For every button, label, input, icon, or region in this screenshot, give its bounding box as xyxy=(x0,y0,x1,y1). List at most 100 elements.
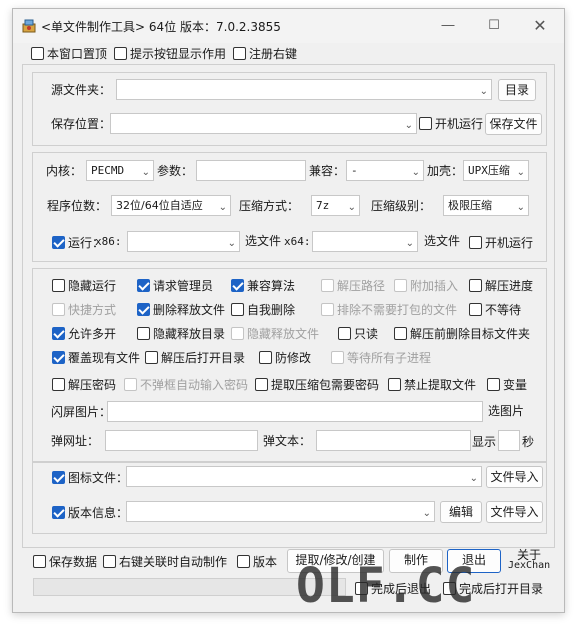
checkbox-box xyxy=(321,302,334,316)
minimize-icon[interactable]: ― xyxy=(425,13,471,39)
option-checkbox[interactable]: 删除释放文件 xyxy=(137,300,225,318)
save-file-button[interactable]: 保存文件 xyxy=(485,113,542,135)
params-input[interactable] xyxy=(196,160,306,181)
run-autorun-checkbox[interactable]: 开机运行 xyxy=(469,233,533,251)
checkbox-box xyxy=(52,235,65,249)
kernel-combo[interactable]: PECMD ⌄ xyxy=(86,160,154,181)
option-checkbox[interactable]: 防修改 xyxy=(259,348,311,366)
x86-combo[interactable]: ⌄ xyxy=(127,231,240,252)
checkbox-box xyxy=(233,46,246,60)
option-checkbox[interactable]: 覆盖现有文件 xyxy=(52,348,140,366)
checkbox-label: 变量 xyxy=(503,377,528,392)
seconds-input[interactable] xyxy=(498,430,520,451)
compress-level-combo[interactable]: 极限压缩 ⌄ xyxy=(443,195,529,216)
save-location-combo[interactable]: ⌄ xyxy=(110,113,417,134)
version-info-combo[interactable]: ⌄ xyxy=(126,501,435,522)
option-checkbox[interactable]: 解压密码 xyxy=(52,375,116,393)
checkbox-box xyxy=(469,278,482,292)
maximize-icon[interactable]: ☐ xyxy=(471,13,517,39)
checkbox-box xyxy=(469,302,482,316)
checkbox-label: 本窗口置顶 xyxy=(47,46,108,61)
checkbox-box xyxy=(137,278,150,292)
splash-label: 闪屏图片： xyxy=(51,405,112,419)
checkbox-label: 解压后打开目录 xyxy=(161,350,246,365)
checkbox-label: 提示按钮显示作用 xyxy=(130,46,227,61)
choose-file-x64-button[interactable]: 选文件 xyxy=(421,231,463,253)
compress-method-value: 7z xyxy=(316,199,330,212)
checkbox-label: 附加插入 xyxy=(410,278,459,293)
option-checkbox[interactable]: 解压前删除目标文件夹 xyxy=(394,324,530,342)
bits-combo[interactable]: 32位/64位自适应 ⌄ xyxy=(111,195,231,216)
version-checkbox[interactable]: 版本 xyxy=(237,552,277,570)
title-bar[interactable]: <单文件制作工具> 64位 版本：7.0.2.3855 ― ☐ ✕ xyxy=(13,9,564,43)
close-icon[interactable]: ✕ xyxy=(517,13,563,39)
choose-image-button[interactable]: 选图片 xyxy=(485,401,527,423)
shell-label: 加壳： xyxy=(427,164,464,178)
checkbox-box xyxy=(231,278,244,292)
checkbox-label: 自我删除 xyxy=(247,302,296,317)
option-checkbox[interactable]: 解压后打开目录 xyxy=(145,348,245,366)
compress-method-combo[interactable]: 7z ⌄ xyxy=(311,195,360,216)
checkbox-label: 版本信息： xyxy=(68,505,129,520)
option-checkbox[interactable]: 解压进度 xyxy=(469,276,533,294)
shell-combo[interactable]: UPX压缩 ⌄ xyxy=(463,160,529,181)
chevron-down-icon: ⌄ xyxy=(411,167,420,178)
checkbox-label: 只读 xyxy=(354,326,379,341)
chevron-down-icon: ⌄ xyxy=(516,202,525,213)
option-checkbox[interactable]: 禁止提取文件 xyxy=(388,375,476,393)
checkbox-label: 开机运行 xyxy=(435,116,484,131)
dir-button[interactable]: 目录 xyxy=(498,79,536,101)
checkbox-box xyxy=(52,326,65,340)
option-checkbox[interactable]: 兼容算法 xyxy=(231,276,295,294)
icon-file-combo[interactable]: ⌄ xyxy=(126,466,482,487)
checkbox-label: 隐藏释放文件 xyxy=(247,326,320,341)
option-checkbox: 附加插入 xyxy=(394,276,458,294)
checkbox-label: 允许多开 xyxy=(68,326,117,341)
checkbox-label: 提取压缩包需要密码 xyxy=(271,377,380,392)
option-checkbox: 隐藏释放文件 xyxy=(231,324,319,342)
show-tooltips-checkbox[interactable]: 提示按钮显示作用 xyxy=(114,44,226,62)
splash-input[interactable] xyxy=(107,401,483,422)
option-checkbox[interactable]: 允许多开 xyxy=(52,324,116,342)
version-import-button[interactable]: 文件导入 xyxy=(486,501,543,523)
popup-text-input[interactable] xyxy=(316,430,471,451)
checkbox-box xyxy=(388,377,401,391)
version-info-checkbox[interactable]: 版本信息： xyxy=(52,503,128,521)
source-folder-combo[interactable]: ⌄ xyxy=(116,79,492,100)
stay-on-top-checkbox[interactable]: 本窗口置顶 xyxy=(31,44,107,62)
x64-combo[interactable]: ⌄ xyxy=(312,231,418,252)
popup-text-label: 弹文本： xyxy=(263,434,312,448)
autorun-checkbox[interactable]: 开机运行 xyxy=(419,114,483,132)
checkbox-box xyxy=(255,377,268,391)
chevron-down-icon: ⌄ xyxy=(218,202,227,213)
chevron-down-icon: ⌄ xyxy=(422,508,431,519)
edit-button[interactable]: 编辑 xyxy=(440,501,482,523)
checkbox-label: 隐藏释放目录 xyxy=(153,326,226,341)
icon-file-checkbox[interactable]: 图标文件： xyxy=(52,468,128,486)
option-checkbox[interactable]: 提取压缩包需要密码 xyxy=(255,375,379,393)
option-checkbox[interactable]: 自我删除 xyxy=(231,300,295,318)
chevron-down-icon: ⌄ xyxy=(405,238,414,249)
register-context-checkbox[interactable]: 注册右键 xyxy=(233,44,297,62)
checkbox-box xyxy=(145,350,158,364)
x86-label: x86: xyxy=(95,235,122,248)
option-checkbox[interactable]: 请求管理员 xyxy=(137,276,213,294)
option-checkbox[interactable]: 只读 xyxy=(338,324,378,342)
checkbox-label: 版本 xyxy=(253,554,278,569)
popup-url-input[interactable] xyxy=(105,430,258,451)
app-icon xyxy=(22,19,36,33)
checkbox-box xyxy=(231,302,244,316)
checkbox-label: 兼容算法 xyxy=(247,278,296,293)
compat-combo[interactable]: - ⌄ xyxy=(346,160,424,181)
option-checkbox[interactable]: 隐藏释放目录 xyxy=(137,324,225,342)
checkbox-label: 隐藏运行 xyxy=(68,278,117,293)
option-checkbox[interactable]: 隐藏运行 xyxy=(52,276,116,294)
save-data-checkbox[interactable]: 保存数据 xyxy=(33,552,97,570)
option-checkbox[interactable]: 不等待 xyxy=(469,300,521,318)
option-checkbox[interactable]: 变量 xyxy=(487,375,527,393)
checkbox-box xyxy=(394,278,407,292)
kernel-value: PECMD xyxy=(91,164,125,177)
icon-import-button[interactable]: 文件导入 xyxy=(486,466,543,488)
choose-file-x86-button[interactable]: 选文件 xyxy=(242,231,284,253)
auto-make-checkbox[interactable]: 右键关联时自动制作 xyxy=(103,552,227,570)
